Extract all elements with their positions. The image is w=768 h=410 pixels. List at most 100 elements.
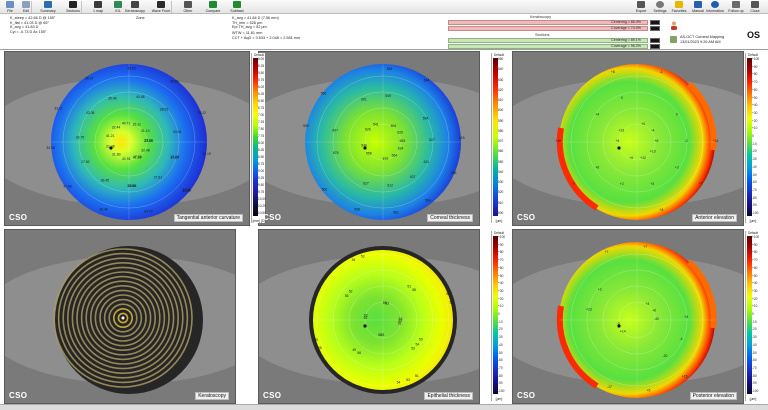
map-panel-epithelial-thickness[interactable]: 53 50 51 53 56 55 52 55 54 50 51 52 55 54 53 52 49 55 52 52… xyxy=(258,229,480,404)
pupil-center-mark xyxy=(109,146,113,150)
map-value: 31.83 xyxy=(112,153,121,157)
subtract-icon xyxy=(233,1,241,8)
map-panel-keratoscopy[interactable]: CSO Keratoscopy xyxy=(4,229,236,404)
map-value: 26.11 xyxy=(133,123,141,127)
scale-tick-label: +30 xyxy=(752,288,758,293)
sections-icon xyxy=(69,1,77,8)
map-value: 39.45 xyxy=(101,178,110,182)
map-value: +8 xyxy=(611,70,615,74)
scale-tick-label: -50 xyxy=(498,350,503,355)
map-value: +4 xyxy=(595,112,599,116)
toolbar-favorites-button[interactable]: Favorites xyxy=(670,0,688,14)
pupil-center-mark xyxy=(363,324,367,328)
color-scale-curvature[interactable]: Default 5.00 5.25 5.50 5.75 6.00 6.25 6.50 6.75 7… xyxy=(251,53,266,223)
map-value: +6 xyxy=(655,139,659,143)
panel-title: Anterior elevation xyxy=(692,214,737,222)
toolbar-export-button[interactable]: Export xyxy=(632,0,650,14)
status-bar xyxy=(0,404,768,410)
map-value: 49 xyxy=(352,348,356,352)
color-scale-thickness[interactable]: Default 650 640 630 620 610 600 590 580 570 560 550… xyxy=(491,53,505,223)
map-value: +4 xyxy=(616,139,620,143)
toolbar-label: Information xyxy=(706,9,724,13)
toolbar-summary-button[interactable]: Summary xyxy=(36,0,60,14)
toolbar-manual-button[interactable]: Manual xyxy=(689,0,707,14)
scale-ticks: 650 640 630 620 610 600 590 580 570 560 550 540 530 5… xyxy=(498,57,506,216)
toolbar-close-button[interactable]: Close xyxy=(746,0,764,14)
scale-tick-label: +50 xyxy=(752,273,758,278)
toolbar-label: 1 map xyxy=(93,9,103,13)
scale-tick-label: +80 xyxy=(752,72,758,77)
map-value: 54 xyxy=(397,381,401,385)
anterior-chamber-summary: WTW = 11.81 mm CCT + AqD = 0.533 + 2.046 … xyxy=(232,31,300,40)
map-value: +2 xyxy=(620,182,624,186)
map-value: 556 xyxy=(321,92,327,96)
cso-logo: CSO xyxy=(517,391,536,400)
information-icon xyxy=(711,1,719,8)
patient-icon[interactable] xyxy=(670,17,678,30)
map-panel-corneal-thickness[interactable]: 653 621 584 579 627 562 540 607 556 541 549 544 629 5… xyxy=(258,51,480,226)
map-value: 54 xyxy=(352,258,356,262)
toolbar-1-map-button[interactable]: 1 map xyxy=(86,0,110,14)
map-panel-anterior-elevation[interactable]: +6 +3 +3 +4 +8 +16 +13 0 -1 -4 -2 +7 +12 +2 -3 +4 +4 +8 +4… xyxy=(512,51,744,226)
map-value: 594 xyxy=(423,116,429,120)
toolbar-compare-button[interactable]: Compare xyxy=(201,0,225,14)
scale-tick-label: +100 xyxy=(752,235,760,239)
scale-tick-label: +20 xyxy=(752,296,758,301)
toolbar-wave-front-button[interactable]: Wave Front xyxy=(149,0,173,14)
toolbar-subtract-button[interactable]: Subtract xyxy=(225,0,249,14)
map-value: +3 xyxy=(650,182,654,186)
scale-tick-label: -70 xyxy=(752,365,757,370)
map-panel-posterior-elevation[interactable]: -40 -20 -17 -3 +2 +7 +6 -4 +5 +14 +23 +7 +3 +4 +15 CSO P… xyxy=(512,229,744,404)
toolbar-follow-up-button[interactable]: Follow up xyxy=(727,0,745,14)
cso-logo: CSO xyxy=(263,391,282,400)
scale-tick-label: +20 xyxy=(498,296,504,301)
scale-tick-label: -10 xyxy=(752,141,757,146)
map-value: 34.58 xyxy=(46,146,55,150)
scale-tick-label: +70 xyxy=(752,258,758,263)
scale-tick-label: 5.50 xyxy=(258,71,265,75)
compare-icon xyxy=(209,1,217,8)
scale-tick-label: -100 xyxy=(752,211,759,215)
map-value: 576 xyxy=(333,151,339,155)
map-panel-tangential-anterior-curvature[interactable]: 22.66 37.57 40.24 41.33 32.90 35.46 31.83 27.82… xyxy=(4,51,250,226)
toolbar-other-button[interactable]: Other xyxy=(176,0,200,14)
scale-tick-label: 600 xyxy=(498,108,504,113)
toolbar-label: Favorites xyxy=(671,9,687,13)
map-value: 615 xyxy=(459,136,465,140)
map-value: +11 xyxy=(713,139,719,143)
map-value: 579 xyxy=(383,157,389,161)
map-value: -3 xyxy=(572,182,575,186)
panel-title: Posterior elevation xyxy=(689,392,737,400)
keratoscopy-coverage-bar: Coverage = 74.9% xyxy=(448,26,648,31)
map-value: 34.70 xyxy=(144,209,153,213)
scale-tick-label: +90 xyxy=(498,242,504,247)
scale-tick-label: 0 xyxy=(752,312,754,316)
scale-tick-label: 540 xyxy=(498,169,504,174)
scale-tick-label: 8.50 xyxy=(258,155,265,159)
toolbar-information-button[interactable]: Information xyxy=(706,0,724,14)
exam-info-strip: K_steep = 42.66 D @ 155° K_flat = 41.03 D… xyxy=(0,14,768,50)
color-scale-epithelium[interactable]: Default +100 +90 +80 +70 +60 +50 +40 +30 +20 +10 0-… xyxy=(491,231,505,401)
scale-tick-label: 500 xyxy=(498,211,504,215)
scale-tick-label: 7.00 xyxy=(258,113,265,117)
map-value: +6 xyxy=(652,308,656,312)
color-scale-elevation[interactable]: Default +100 +90 +80 +70 +60 +50 +40 +30 +20 +10 0-… xyxy=(745,53,759,223)
toolbar-settings-button[interactable]: Settings xyxy=(651,0,669,14)
color-scale-elevation[interactable]: Default +100 +90 +80 +70 +60 +50 +40 +30 +20 +10 0-… xyxy=(745,231,759,401)
scale-tick-label: 650 xyxy=(498,57,504,61)
scale-tick-label: -30 xyxy=(498,335,503,340)
toolbar-label: Manual xyxy=(692,9,704,13)
follow-up-icon xyxy=(732,1,740,8)
map-value: -2 xyxy=(685,139,688,143)
scale-tick-label: -30 xyxy=(752,335,757,340)
map-value: +4 xyxy=(684,315,688,319)
map-value: -20 xyxy=(663,354,668,358)
map-value: 18.46 xyxy=(128,184,137,188)
map-value: 41.21 xyxy=(106,134,115,138)
keratoscopy-center-mark xyxy=(121,316,125,320)
scale-tick-label: +90 xyxy=(752,242,758,247)
toolbar-file-button[interactable]: File xyxy=(3,0,17,14)
map-value: +14 xyxy=(620,329,626,333)
scale-tick-label: -100 xyxy=(752,389,759,393)
toolbar-keratoscopy-button[interactable]: Keratoscopy xyxy=(123,0,147,14)
